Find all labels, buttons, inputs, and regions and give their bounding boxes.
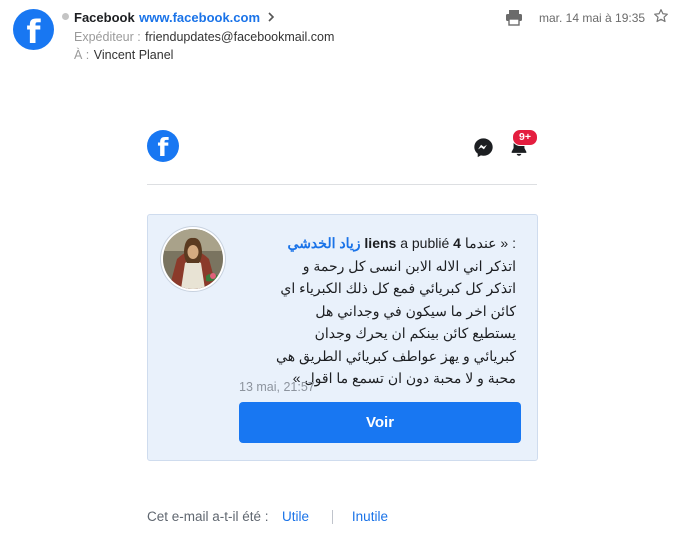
to-row: À : Vincent Planel (74, 46, 173, 64)
facebook-logo-icon[interactable]: f (147, 130, 179, 162)
post-author[interactable]: زياد الخدشي (288, 235, 361, 251)
email-date: mar. 14 mai à 19:35 (539, 11, 646, 25)
footer-separator (332, 509, 334, 524)
printer-icon[interactable] (505, 9, 523, 31)
to-label: À : (74, 48, 90, 62)
messenger-icon[interactable] (473, 137, 494, 163)
useful-link[interactable]: Utile (282, 509, 309, 524)
post-line: اتذكر اني الاله الابن انسى كل رحمة و (302, 257, 516, 274)
post-text: : « عندما 4 liens a publié زياد الخدشي ا… (238, 232, 516, 390)
post-line: اتذكر كل كبريائي فمع كل ذلك الكبرياء اي (280, 280, 516, 296)
post-line: يستطيع كائن بينكم ان يحرك وجدان (314, 325, 516, 341)
view-button[interactable]: Voir (239, 402, 521, 443)
post-published-prefix: a publié (400, 235, 450, 251)
useless-link[interactable]: Inutile (352, 509, 388, 524)
from-row: Expéditeur : friendupdates@facebookmail.… (74, 28, 334, 46)
feedback-question: Cet e-mail a-t-il été : (147, 509, 269, 524)
feedback-row: Cet e-mail a-t-il été : Utile Inutile (147, 508, 388, 526)
unread-dot (62, 13, 69, 20)
sender-name: Facebook (74, 10, 135, 26)
from-label: Expéditeur : (74, 30, 141, 44)
post-colon-quote: : « عندما (464, 235, 516, 251)
divider (147, 184, 537, 185)
post-line: كبريائي و يهز عواطف كبريائي الطريق هي (276, 347, 516, 364)
sender-row: Facebook www.facebook.com (74, 9, 275, 27)
post-header-line: : « عندما 4 liens a publié زياد الخدشي (238, 232, 516, 255)
post-timestamp: 13 mai, 21:57 (239, 380, 315, 394)
author-avatar[interactable] (163, 229, 223, 289)
chevron-right-icon[interactable] (267, 9, 275, 27)
from-value[interactable]: friendupdates@facebookmail.com (145, 30, 334, 44)
star-icon[interactable] (653, 8, 669, 29)
notification-badge: 9+ (512, 129, 538, 146)
to-value[interactable]: Vincent Planel (94, 48, 174, 62)
sender-link[interactable]: www.facebook.com (139, 10, 260, 25)
post-line: كائن اخر ما سيكون في وجداني هل (315, 302, 516, 319)
facebook-avatar-icon: f (13, 9, 54, 51)
